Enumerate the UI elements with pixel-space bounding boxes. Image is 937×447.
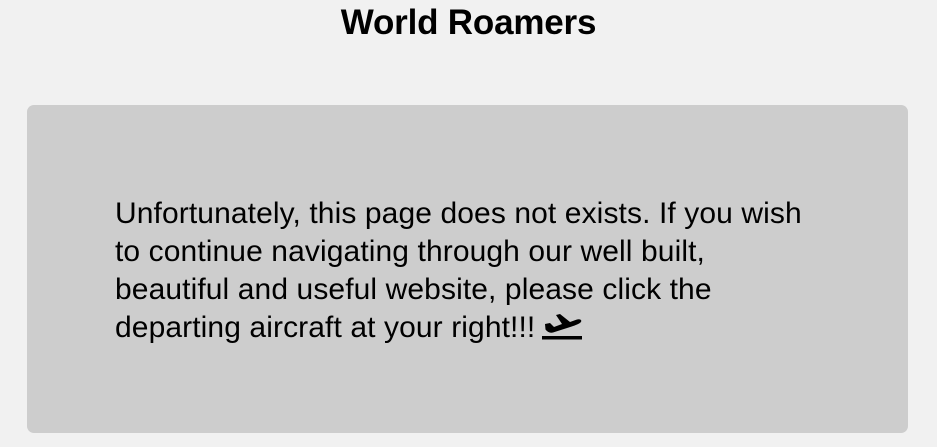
page: World Roamers Unfortunately, this page d… (0, 0, 937, 447)
error-card: Unfortunately, this page does not exists… (27, 105, 908, 433)
error-message: Unfortunately, this page does not exists… (115, 195, 805, 347)
error-message-text: Unfortunately, this page does not exists… (115, 197, 802, 344)
site-title: World Roamers (340, 3, 597, 42)
home-link[interactable] (541, 310, 583, 340)
plane-departure-icon (541, 310, 583, 340)
